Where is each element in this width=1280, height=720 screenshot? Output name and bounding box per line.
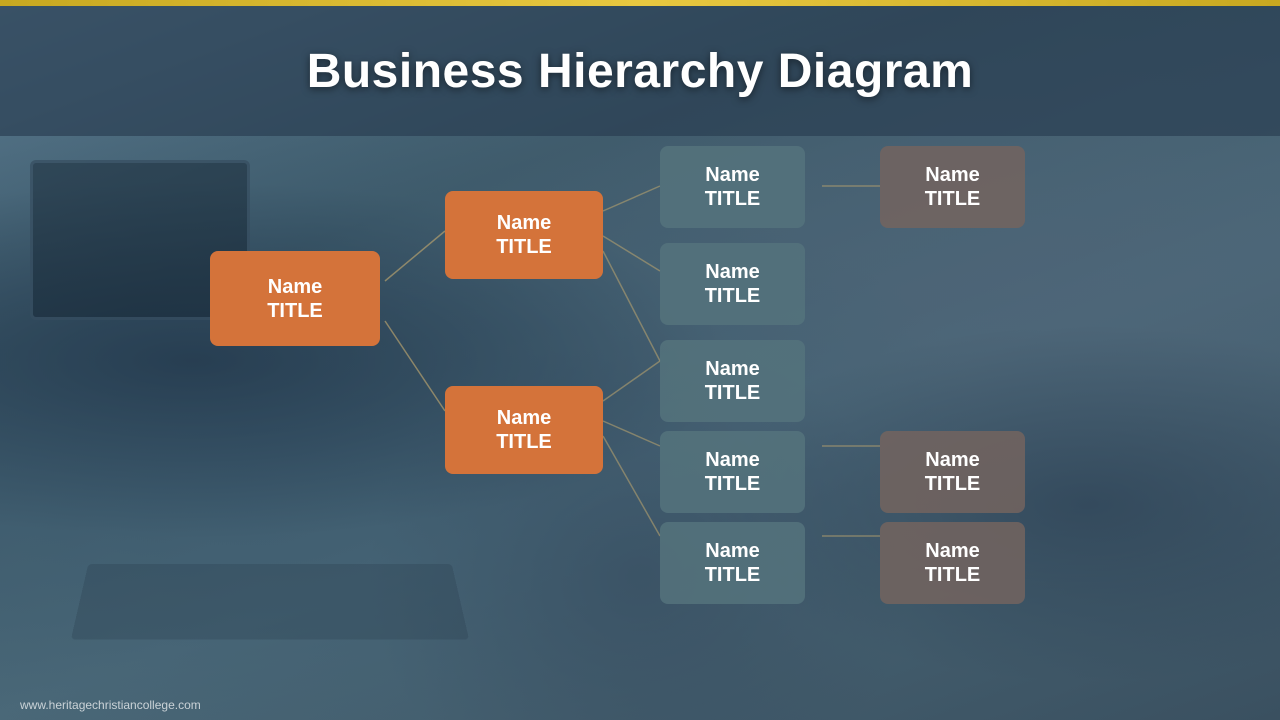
diagram-area: Name TITLE Name TITLE Name TITLE Name TI… <box>0 136 1280 690</box>
node-gray2[interactable]: Name TITLE <box>880 431 1025 513</box>
node-mid1[interactable]: Name TITLE <box>445 191 603 279</box>
node-teal5[interactable]: Name TITLE <box>660 522 805 604</box>
page-title: Business Hierarchy Diagram <box>307 44 974 99</box>
node-teal1[interactable]: Name TITLE <box>660 146 805 228</box>
node-gray3[interactable]: Name TITLE <box>880 522 1025 604</box>
node-root[interactable]: Name TITLE <box>210 251 380 346</box>
node-gray1[interactable]: Name TITLE <box>880 146 1025 228</box>
watermark: www.heritagechristiancollege.com <box>20 698 201 712</box>
node-mid2[interactable]: Name TITLE <box>445 386 603 474</box>
node-teal4[interactable]: Name TITLE <box>660 431 805 513</box>
node-teal2[interactable]: Name TITLE <box>660 243 805 325</box>
node-teal3[interactable]: Name TITLE <box>660 340 805 422</box>
connector-lines <box>0 136 1280 720</box>
header: Business Hierarchy Diagram <box>0 6 1280 136</box>
